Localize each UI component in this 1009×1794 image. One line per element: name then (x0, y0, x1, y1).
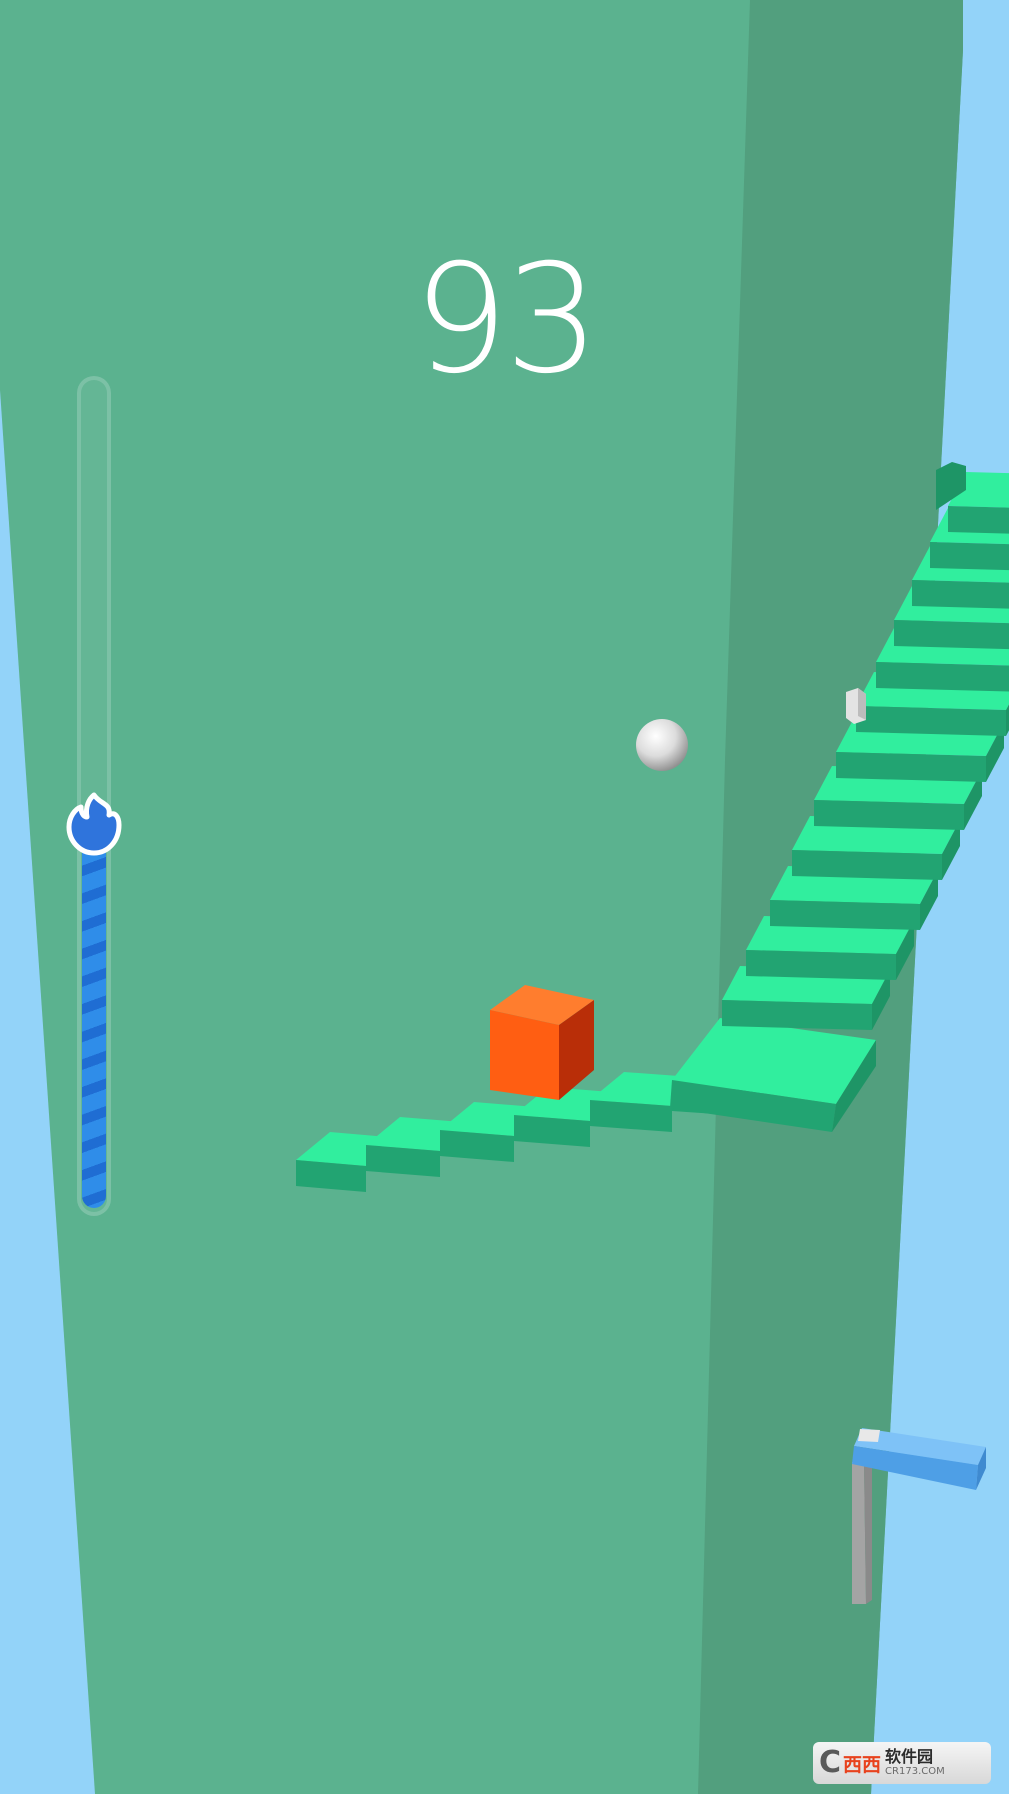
stair-step-front (770, 900, 920, 930)
stair-step-front (792, 850, 942, 880)
stair-step-front (894, 620, 1009, 650)
stair-step-front (814, 800, 964, 830)
score-counter: 93 (413, 233, 600, 407)
stair-step-front (948, 506, 1009, 534)
stair-step-front (930, 542, 1009, 571)
stair-step-front (856, 706, 1006, 736)
stair-step-front (722, 1000, 872, 1030)
progress-fill (82, 821, 106, 1208)
stair-post (846, 688, 866, 724)
stair-step-front (912, 580, 1009, 609)
obstacle-cube (490, 985, 594, 1100)
watermark-logo: C 西西 软件园 CR173.COM (813, 1742, 991, 1784)
watermark-brand: 西西 (843, 1753, 882, 1776)
watermark-name: 软件园 (885, 1747, 934, 1766)
player-ball (636, 719, 688, 771)
watermark-c-icon: C (819, 1745, 842, 1780)
stair-step-front (876, 662, 1009, 692)
stair-step-front (836, 752, 986, 782)
cube-front (490, 1010, 559, 1100)
stair-step-front (746, 950, 896, 980)
flame-icon (66, 792, 122, 856)
game-stage[interactable]: 93 C 西西 软件园 CR173.COM (0, 0, 1009, 1794)
watermark-url: CR173.COM (885, 1766, 945, 1777)
